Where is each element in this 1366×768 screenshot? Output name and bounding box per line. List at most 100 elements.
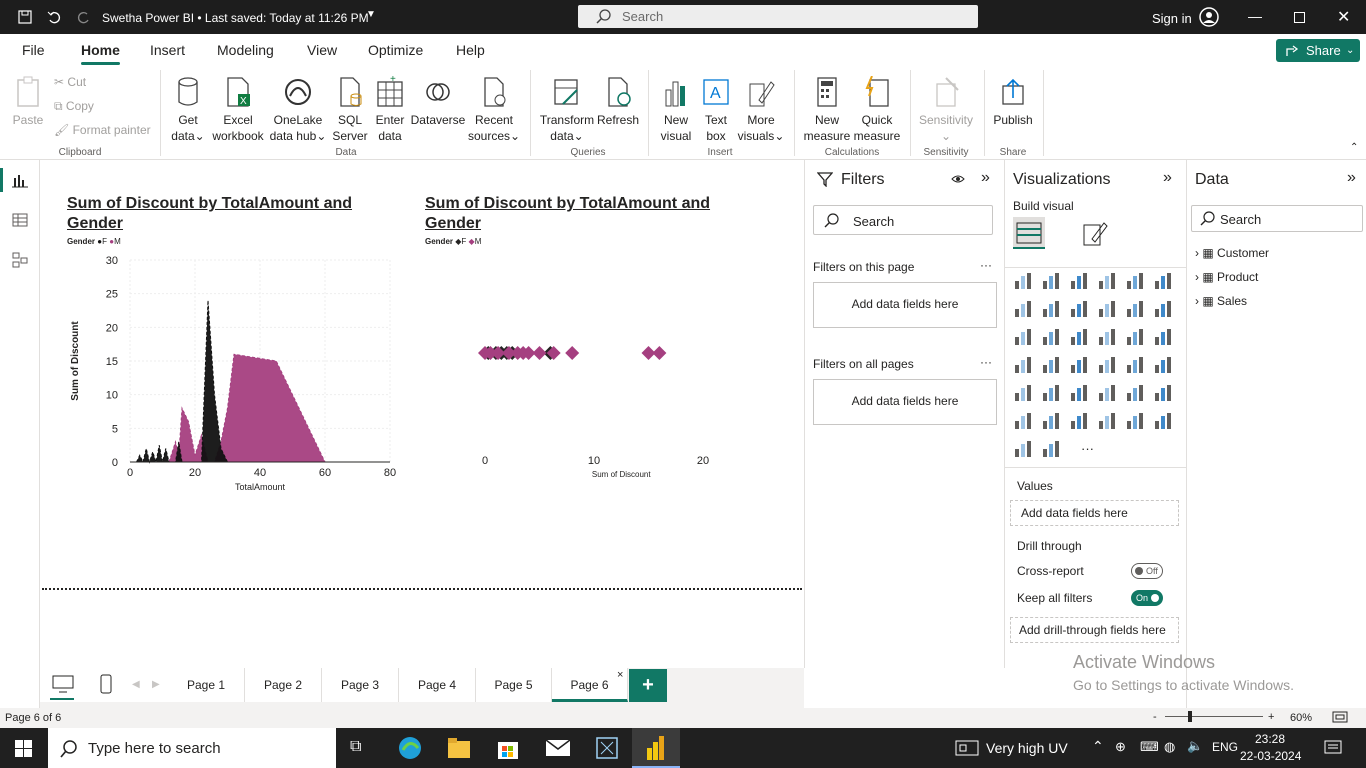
smart-narrative-visual-icon[interactable] <box>1097 411 1117 431</box>
decomposition-tree-visual-icon[interactable] <box>1041 411 1061 431</box>
globe-icon[interactable]: ◍ <box>1164 739 1175 755</box>
file-explorer-icon[interactable] <box>447 737 471 759</box>
model-view-icon[interactable] <box>12 252 28 268</box>
table-item-product[interactable]: › ▦ Product <box>1195 270 1258 284</box>
100-bar-visual-icon[interactable] <box>1125 271 1145 291</box>
data-search-input[interactable]: Search <box>1191 205 1363 232</box>
weather-icon[interactable] <box>955 740 979 756</box>
more-visual-types-icon[interactable]: ··· <box>1081 441 1094 456</box>
line-column-visual-icon[interactable] <box>1097 299 1117 319</box>
clustered-column-visual-icon[interactable] <box>1097 271 1117 291</box>
card-visual-icon[interactable] <box>1125 355 1145 375</box>
avatar-icon[interactable] <box>1199 7 1219 27</box>
treemap-visual-icon[interactable] <box>1153 327 1173 347</box>
more-options-icon[interactable]: ··· <box>980 258 992 272</box>
network-icon[interactable]: ⌨ <box>1140 739 1159 755</box>
text-box-button[interactable]: A Text box <box>698 76 734 144</box>
power-apps-visual-icon[interactable] <box>1013 439 1033 459</box>
tab-view[interactable]: View <box>307 42 337 58</box>
zoom-in-icon[interactable]: + <box>1268 708 1274 726</box>
transform-data-button[interactable]: Transform data⌄ <box>538 76 596 144</box>
minimize-icon[interactable]: — <box>1248 8 1262 24</box>
pie-visual-icon[interactable] <box>1097 327 1117 347</box>
visual-scatter-chart[interactable]: Sum of Discount by TotalAmount and Gende… <box>425 194 725 246</box>
excel-workbook-button[interactable]: X Excel workbook <box>210 76 266 144</box>
report-canvas[interactable]: Sum of Discount by TotalAmount and Gende… <box>40 160 804 668</box>
zoom-slider[interactable] <box>1165 716 1263 717</box>
weather-text[interactable]: Very high UV <box>986 740 1068 756</box>
page-tab-5[interactable]: Page 5 <box>476 668 552 702</box>
r-visual-visual-icon[interactable] <box>1125 383 1145 403</box>
qa-visual-icon[interactable] <box>1069 411 1089 431</box>
funnel-visual-icon[interactable] <box>1041 327 1061 347</box>
azure-map-visual-icon[interactable] <box>1069 355 1089 375</box>
quick-measure-button[interactable]: Quick measure <box>852 76 902 144</box>
fit-to-page-icon[interactable] <box>1332 711 1348 723</box>
visual-area-chart[interactable]: Sum of Discount by TotalAmount and Gende… <box>67 194 367 246</box>
refresh-button[interactable]: Refresh <box>596 76 640 128</box>
power-bi-taskbar-button[interactable] <box>632 728 680 768</box>
get-data-button[interactable]: Get data⌄ <box>168 76 208 144</box>
more-options-icon[interactable]: ··· <box>980 355 992 369</box>
volume-icon[interactable]: 🔈 <box>1187 738 1203 754</box>
sql-server-button[interactable]: SQL Server <box>330 76 370 144</box>
collapse-viz-icon[interactable]: » <box>1163 169 1172 187</box>
task-view-icon[interactable]: ⧉ <box>350 738 361 756</box>
chevron-down-icon[interactable]: ▼ <box>366 9 376 20</box>
area-visual-icon[interactable] <box>1041 299 1061 319</box>
mail-icon[interactable] <box>545 739 571 757</box>
line-clustered-visual-icon[interactable] <box>1125 299 1145 319</box>
multi-row-card-visual-icon[interactable] <box>1153 355 1173 375</box>
undo-icon[interactable] <box>47 10 61 24</box>
zoom-out-icon[interactable]: - <box>1153 708 1157 726</box>
publish-button[interactable]: Publish <box>990 76 1036 128</box>
sensitivity-button[interactable]: Sensitivity ⌄ <box>916 76 976 144</box>
store-icon[interactable] <box>497 736 519 760</box>
area-chart-svg[interactable]: 0 5 10 15 20 25 30 0 20 40 60 80 TotalAmount Sum of D… <box>60 250 400 500</box>
python-visual-visual-icon[interactable] <box>1153 383 1173 403</box>
table-visual-icon[interactable] <box>1069 383 1089 403</box>
slicer-visual-icon[interactable] <box>1041 383 1061 403</box>
recent-sources-button[interactable]: Recent sources⌄ <box>468 76 520 144</box>
mobile-layout-icon[interactable] <box>100 674 112 694</box>
clock-time[interactable]: 23:28 <box>1248 732 1292 746</box>
share-button[interactable]: Share ⌄ <box>1276 39 1360 62</box>
clock-date[interactable]: 22-03-2024 <box>1240 749 1301 763</box>
stacked-bar-visual-icon[interactable] <box>1013 271 1033 291</box>
key-influencers-visual-icon[interactable] <box>1013 411 1033 431</box>
kpi-visual-icon[interactable] <box>1013 383 1033 403</box>
format-visual-icon[interactable] <box>1082 219 1108 247</box>
donut-visual-icon[interactable] <box>1125 327 1145 347</box>
tab-home[interactable]: Home <box>81 42 120 65</box>
filled-map-visual-icon[interactable] <box>1041 355 1061 375</box>
close-page-icon[interactable]: × <box>617 669 623 681</box>
page-tab-3[interactable]: Page 3 <box>322 668 399 702</box>
page-tab-2[interactable]: Page 2 <box>245 668 322 702</box>
add-all-filter-well[interactable]: Add data fields here <box>813 379 997 425</box>
build-visual-tab[interactable] <box>1013 217 1045 249</box>
paste-button[interactable]: Paste <box>10 76 46 128</box>
stacked-column-visual-icon[interactable] <box>1041 271 1061 291</box>
add-page-button[interactable]: + <box>629 669 667 702</box>
more-visuals-button[interactable]: More visuals⌄ <box>736 76 786 144</box>
new-visual-button[interactable]: New visual <box>656 76 696 144</box>
tab-help[interactable]: Help <box>456 42 485 58</box>
tab-insert[interactable]: Insert <box>150 42 185 58</box>
waterfall-visual-icon[interactable] <box>1013 327 1033 347</box>
clustered-bar-visual-icon[interactable] <box>1069 271 1089 291</box>
cut-button[interactable]: ✂ Cut <box>54 74 86 90</box>
sign-in-link[interactable]: Sign in <box>1152 11 1192 26</box>
dataverse-button[interactable]: Dataverse <box>410 76 466 128</box>
table-item-customer[interactable]: › ▦ Customer <box>1195 246 1269 260</box>
global-search-input[interactable]: Search <box>578 5 978 28</box>
cross-report-toggle[interactable]: Off <box>1131 563 1163 579</box>
enter-data-button[interactable]: + Enter data <box>372 76 408 144</box>
collapse-ribbon-icon[interactable]: ⌃ <box>1350 142 1358 153</box>
gauge-visual-icon[interactable] <box>1097 355 1117 375</box>
drill-through-well[interactable]: Add drill-through fields here <box>1010 617 1179 643</box>
notifications-icon[interactable] <box>1324 739 1342 757</box>
paginated-visual-icon[interactable] <box>1153 411 1173 431</box>
power-automate-visual-icon[interactable] <box>1041 439 1061 459</box>
add-page-filter-well[interactable]: Add data fields here <box>813 282 997 328</box>
collapse-data-icon[interactable]: » <box>1347 169 1356 187</box>
